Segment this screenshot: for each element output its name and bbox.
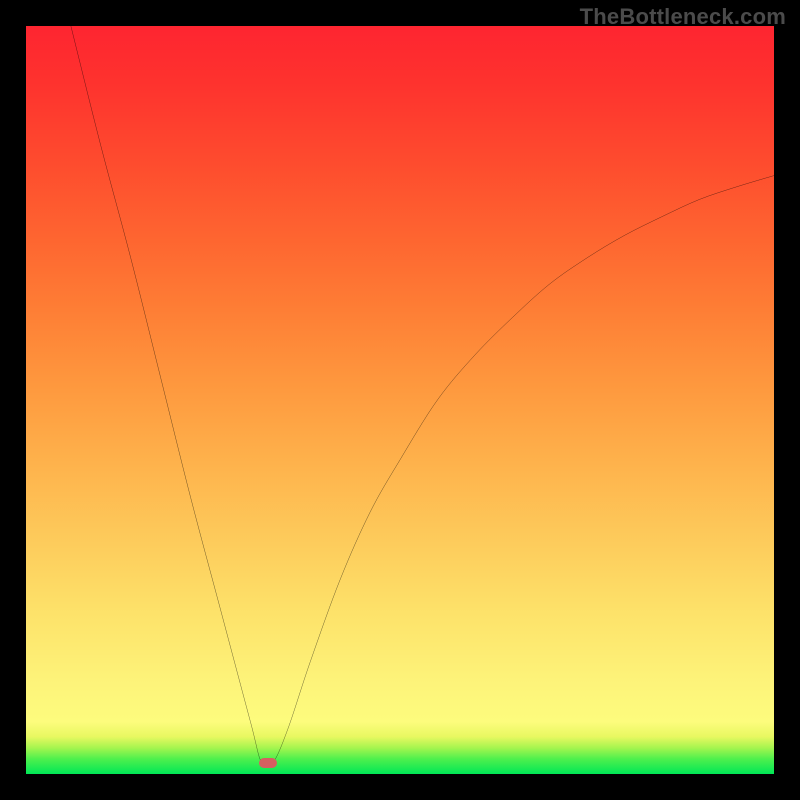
bottleneck-curve — [71, 26, 774, 767]
curve-svg — [26, 26, 774, 774]
optimal-point-marker — [259, 758, 277, 768]
plot-area — [26, 26, 774, 774]
chart-frame: TheBottleneck.com — [0, 0, 800, 800]
watermark-text: TheBottleneck.com — [580, 4, 786, 30]
